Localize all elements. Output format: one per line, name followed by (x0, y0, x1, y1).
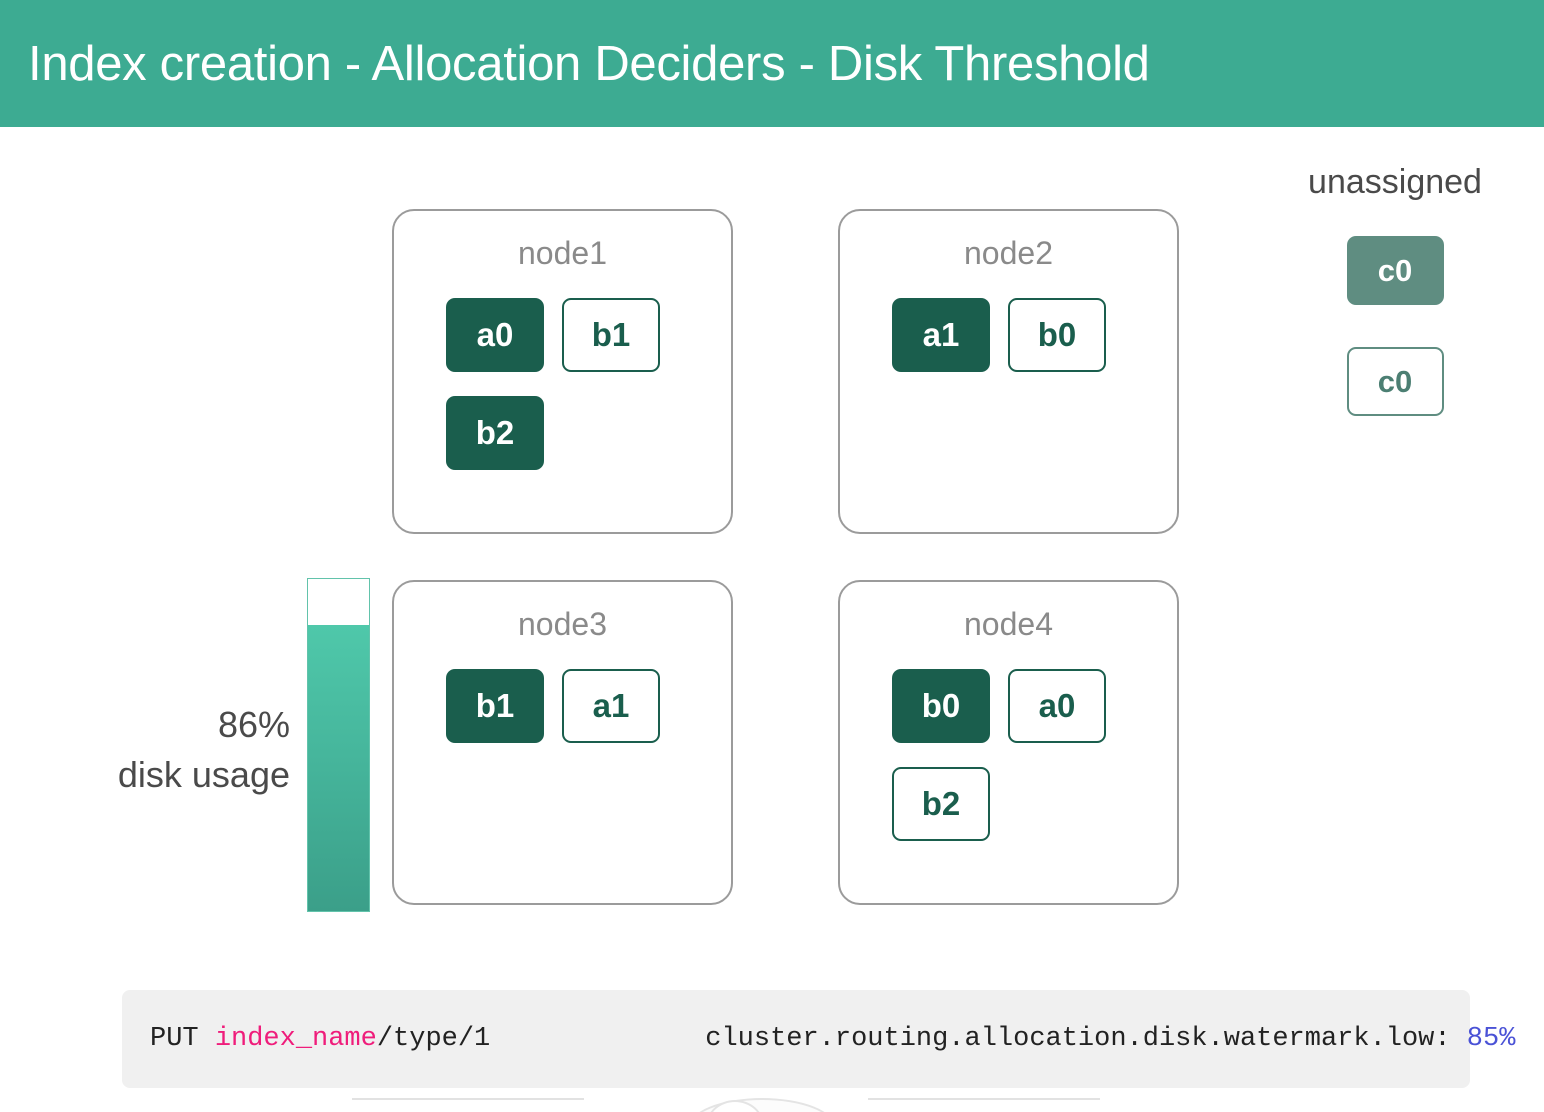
shard-a0-node4[interactable]: a0 (1008, 669, 1106, 743)
code-method: PUT (150, 1024, 199, 1054)
bleed-circle-large (688, 1098, 836, 1112)
node-box-node2[interactable]: node2 a1 b0 (838, 209, 1179, 534)
shard-b2[interactable]: b2 (446, 396, 544, 470)
slide-header: Index creation - Allocation Deciders - D… (0, 0, 1544, 127)
node-box-node4[interactable]: node4 b0 a0 b2 (838, 580, 1179, 905)
shard-container-node2: a1 b0 (892, 298, 1132, 372)
shard-a0[interactable]: a0 (446, 298, 544, 372)
shard-b0[interactable]: b0 (1008, 298, 1106, 372)
code-path-rest: /type/1 (376, 1024, 491, 1054)
node-box-node3[interactable]: node3 b1 a1 (392, 580, 733, 905)
page-title: Index creation - Allocation Deciders - D… (28, 36, 1150, 91)
disk-usage-gauge (307, 578, 370, 912)
disk-usage-fill (308, 625, 369, 911)
shard-container-node3: b1 a1 (446, 669, 686, 743)
code-setting-line: cluster.routing.allocation.disk.watermar… (705, 1024, 1515, 1054)
disk-usage-text: disk usage (117, 753, 290, 795)
shard-a1[interactable]: a1 (892, 298, 990, 372)
slide-root: Index creation - Allocation Deciders - D… (0, 0, 1544, 1112)
shard-b1[interactable]: b1 (562, 298, 660, 372)
shard-b0-node4[interactable]: b0 (892, 669, 990, 743)
shard-a1-node3[interactable]: a1 (562, 669, 660, 743)
shard-container-node1: a0 b1 b2 (446, 298, 686, 470)
code-request-line: PUT index_name/type/1 (122, 1024, 490, 1054)
code-setting-value: 85% (1466, 1024, 1516, 1054)
bleed-line-left (352, 1098, 584, 1100)
code-footer: PUT index_name/type/1 cluster.routing.al… (122, 990, 1515, 1088)
disk-usage-percent: 86% (217, 704, 290, 745)
bleed-line-right (868, 1098, 1100, 1100)
code-index-token: index_name (214, 1024, 377, 1054)
unassigned-label: unassigned (1308, 163, 1482, 201)
node-label-node2: node2 (964, 235, 1053, 271)
shard-b1-node3[interactable]: b1 (446, 669, 544, 743)
node-box-node1[interactable]: node1 a0 b1 b2 (392, 209, 733, 534)
next-slide-bleed (0, 1093, 1544, 1112)
shard-container-node4: b0 a0 b2 (892, 669, 1132, 841)
disk-usage-caption: 86% disk usage (60, 700, 290, 799)
node-label-node3: node3 (518, 606, 607, 642)
code-setting-key: cluster.routing.allocation.disk.watermar… (705, 1024, 1467, 1054)
node-label-node1: node1 (518, 235, 607, 271)
node-label-node4: node4 (964, 606, 1053, 642)
unassigned-shard-primary[interactable]: c0 (1346, 236, 1444, 305)
shard-b2-node4[interactable]: b2 (892, 767, 990, 841)
unassigned-section: unassigned c0 c0 (1290, 163, 1500, 416)
unassigned-shard-replica[interactable]: c0 (1346, 347, 1444, 416)
